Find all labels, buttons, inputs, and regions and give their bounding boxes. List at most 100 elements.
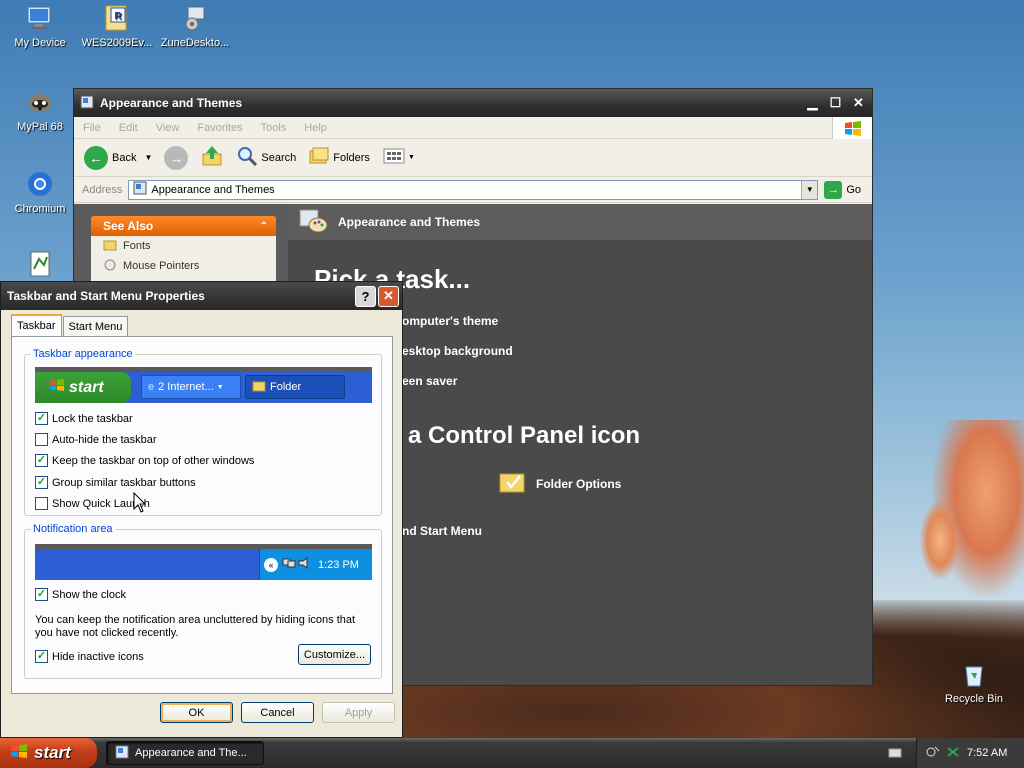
go-button[interactable]: → Go	[824, 180, 862, 199]
go-label: Go	[846, 183, 862, 196]
desktop-icon-wes2009[interactable]: R WES2009Ev...	[77, 2, 157, 49]
tray-clock: 7:52 AM	[967, 747, 1008, 759]
chromium-icon	[24, 168, 56, 200]
wallpaper-hand-2	[920, 500, 960, 580]
tab-taskbar[interactable]: Taskbar	[11, 314, 62, 336]
up-button[interactable]	[200, 144, 224, 171]
content-header-title: Appearance and Themes	[338, 215, 481, 229]
notification-description: You can keep the notification area unclu…	[35, 614, 356, 639]
back-button[interactable]: ← Back ▼	[84, 145, 152, 170]
forward-button[interactable]: →	[164, 145, 189, 170]
folders-button[interactable]: Folders	[308, 145, 370, 170]
see-also-item-mouse-pointers[interactable]: Mouse Pointers	[91, 256, 276, 276]
keep-on-top-checkbox[interactable]: ✓ Keep the taskbar on top of other windo…	[35, 454, 254, 467]
address-value: Appearance and Themes	[151, 183, 275, 196]
preview-task-ie: e 2 Internet... ▼	[141, 375, 241, 399]
tab-start-menu[interactable]: Start Menu	[62, 316, 129, 336]
desktop-icon-my-device[interactable]: My Device	[0, 2, 80, 49]
explorer-toolbar: ← Back ▼ → Search Folders ▼	[74, 139, 872, 177]
folder-options-link[interactable]: Folder Options	[498, 468, 621, 499]
start-button[interactable]: start	[0, 738, 97, 768]
recycle-bin-icon	[958, 658, 990, 690]
cancel-button[interactable]: Cancel	[241, 702, 314, 723]
menu-tools[interactable]: Tools	[252, 122, 296, 134]
maximize-icon[interactable]: ☐	[825, 93, 846, 114]
menu-favorites[interactable]: Favorites	[188, 122, 251, 134]
menu-help[interactable]: Help	[295, 122, 336, 134]
menu-edit[interactable]: Edit	[110, 122, 147, 134]
desktop-icon-document[interactable]	[0, 248, 80, 278]
fonts-folder-icon	[103, 239, 117, 254]
folder-options-icon	[498, 468, 528, 499]
windows-flag-icon	[832, 116, 872, 139]
collapse-icon[interactable]: ⌃	[260, 221, 268, 232]
views-chevron-icon: ▼	[407, 154, 415, 161]
views-button[interactable]: ▼	[382, 146, 415, 169]
explorer-title-bar[interactable]: Appearance and Themes ▁ ☐ ✕	[74, 89, 872, 117]
taskbar-task-appearance[interactable]: Appearance and The...	[106, 741, 264, 765]
preview-start-label: start	[69, 378, 104, 396]
dialog-close-icon[interactable]: ✕	[378, 285, 399, 307]
task-label: Appearance and The...	[135, 747, 247, 759]
preview-start-button: start	[35, 372, 131, 403]
desktop-icon-chromium[interactable]: Chromium	[0, 168, 80, 215]
lock-taskbar-checkbox[interactable]: ✓ Lock the taskbar	[35, 412, 133, 425]
hide-inactive-checkbox[interactable]: ✓ Hide inactive icons	[35, 650, 144, 663]
address-dropdown-icon[interactable]: ▼	[801, 180, 818, 199]
dialog-title-bar[interactable]: Taskbar and Start Menu Properties ? ✕	[1, 282, 402, 310]
preview-network-icon	[282, 557, 296, 572]
group-buttons-label: Group similar taskbar buttons	[52, 476, 196, 489]
mouse-cursor-icon	[133, 491, 147, 517]
customize-button[interactable]: Customize...	[298, 644, 371, 665]
group-buttons-checkbox[interactable]: ✓ Group similar taskbar buttons	[35, 476, 196, 489]
taskbar-preview: start e 2 Internet... ▼ Folder	[35, 367, 372, 403]
chevron-down-icon[interactable]: ▼	[144, 153, 152, 162]
menu-view[interactable]: View	[147, 122, 189, 134]
close-icon[interactable]: ✕	[848, 93, 869, 114]
task-link-screensaver[interactable]: een saver	[402, 374, 457, 388]
search-button[interactable]: Search	[236, 145, 296, 170]
tray-sync-icon[interactable]	[945, 745, 961, 762]
auto-hide-checkbox[interactable]: Auto-hide the taskbar	[35, 433, 157, 446]
desktop-icon-zune[interactable]: ZuneDeskto...	[155, 2, 235, 49]
preview-tray: « 1:23 PM	[259, 549, 372, 580]
taskbar-appearance-group: Taskbar appearance start e 2 Internet...…	[24, 348, 382, 516]
desktop-icon-recycle-bin[interactable]: Recycle Bin	[934, 658, 1014, 705]
tray-network-icon[interactable]	[925, 745, 941, 762]
see-also-label-mouse-pointers: Mouse Pointers	[123, 260, 200, 272]
dialog-title: Taskbar and Start Menu Properties	[7, 289, 205, 303]
see-also-header[interactable]: See Also ⌃	[91, 216, 276, 236]
apply-button[interactable]: Apply	[322, 702, 395, 723]
preview-windows-flag-icon	[49, 378, 65, 397]
raccoon-icon	[24, 86, 56, 118]
see-also-title: See Also	[103, 219, 154, 233]
content-header: Appearance and Themes	[288, 204, 872, 240]
explorer-menu-bar: File Edit View Favorites Tools Help	[74, 116, 872, 139]
preview-task-folder-label: Folder	[270, 381, 302, 393]
help-icon[interactable]: ?	[355, 285, 376, 307]
task-link-background[interactable]: esktop background	[402, 344, 513, 358]
folders-label: Folders	[333, 151, 370, 164]
ok-button[interactable]: OK	[160, 702, 233, 723]
control-panel-icon	[80, 95, 94, 112]
taskbar-start-menu-link[interactable]: nd Start Menu	[402, 524, 482, 538]
task-link-theme[interactable]: omputer's theme	[402, 314, 498, 328]
show-clock-checkbox[interactable]: ✓ Show the clock	[35, 588, 126, 601]
notification-area-label: Notification area	[31, 523, 115, 535]
see-also-item-fonts[interactable]: Fonts	[91, 236, 276, 256]
computer-icon	[24, 2, 56, 34]
keyboard-icon[interactable]	[888, 747, 902, 762]
keep-on-top-checkmark: ✓	[35, 454, 48, 467]
preview-task-folder: Folder	[245, 375, 345, 399]
taskbar-properties-dialog[interactable]: Taskbar and Start Menu Properties ? ✕ Ta…	[0, 281, 403, 738]
menu-file[interactable]: File	[74, 122, 110, 134]
preview-expand-icon: «	[264, 557, 278, 572]
desktop-icon-mypal[interactable]: MyPal 68	[0, 86, 80, 133]
hide-inactive-checkmark: ✓	[35, 650, 48, 663]
system-tray: 7:52 AM	[916, 738, 1024, 768]
address-bar: Address Appearance and Themes ▼ → Go	[74, 177, 872, 203]
minimize-icon[interactable]: ▁	[802, 93, 823, 114]
preview-volume-icon	[298, 557, 312, 572]
auto-hide-box	[35, 433, 48, 446]
address-input[interactable]: Appearance and Themes ▼	[128, 179, 819, 200]
